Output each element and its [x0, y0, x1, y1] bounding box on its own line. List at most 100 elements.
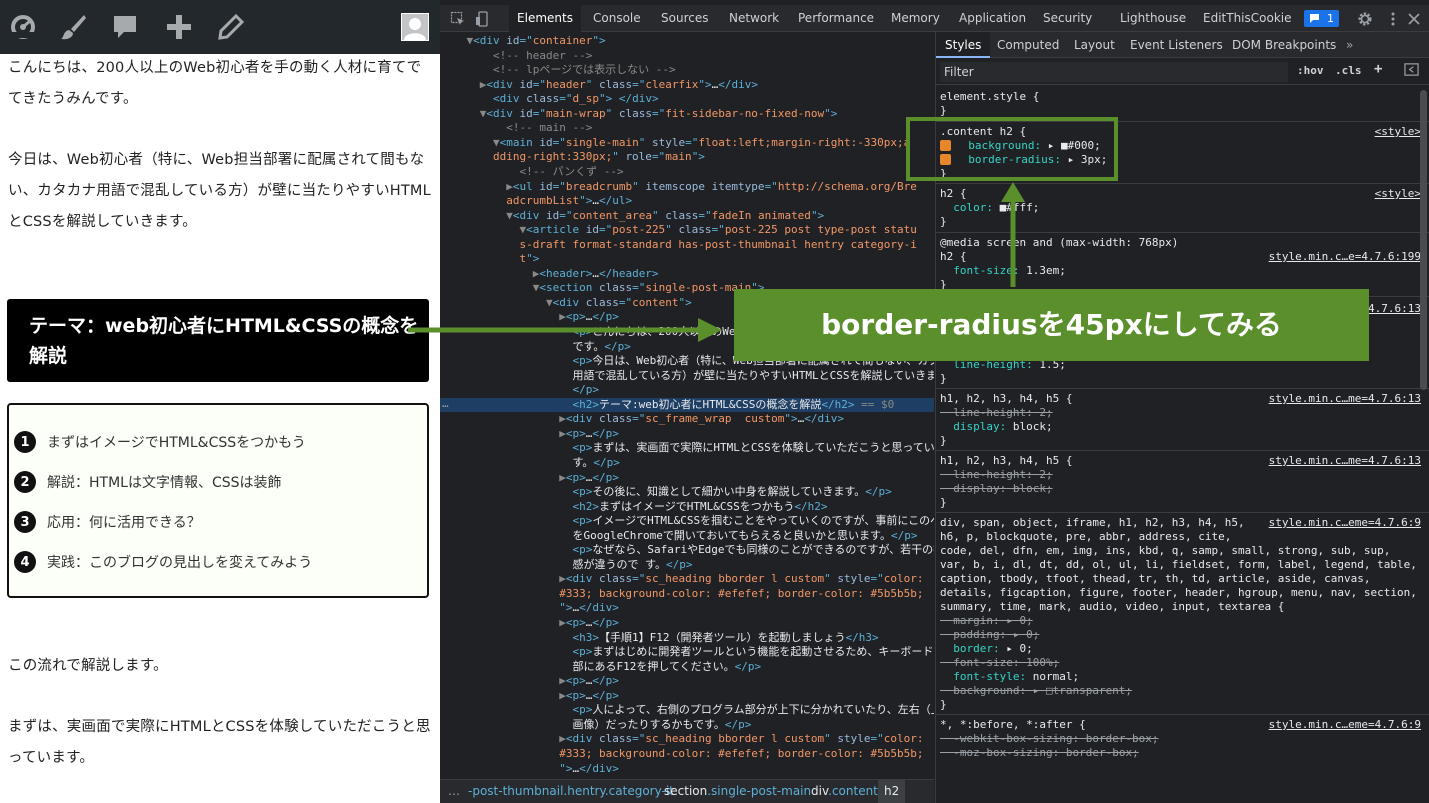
css-selector[interactable]: }: [940, 372, 1425, 386]
more-tabs-chevron-icon[interactable]: »: [1346, 32, 1353, 58]
dom-node-selected[interactable]: <h2>テーマ:web初心者にHTML&CSSの概念を解説</h2> == $0: [440, 397, 934, 412]
close-icon[interactable]: [1406, 11, 1422, 27]
dom-node-line[interactable]: <!-- lpページでは表示しない -->: [440, 63, 934, 77]
css-declaration[interactable]: font-size: 100%;: [940, 656, 1425, 670]
breadcrumb-ellipsis[interactable]: …: [448, 780, 460, 803]
dom-node-line[interactable]: t">: [440, 252, 934, 266]
more-options-icon[interactable]: [1385, 11, 1401, 27]
stylesheet-source-link[interactable]: style.min.c…me=4.7.6:13: [1269, 454, 1421, 468]
dom-node-line[interactable]: 部にあるF12を押してください。</p>: [440, 660, 934, 674]
stylesheet-source-link[interactable]: style.min.c…me=4.7.6:13: [1269, 392, 1421, 406]
inspect-element-icon[interactable]: [450, 11, 466, 27]
dom-node-line[interactable]: 画像）だったりするかもです。</p>: [440, 718, 934, 732]
toc-item[interactable]: 2 解説：HTMLは文字情報、CSSは装飾: [14, 471, 282, 493]
css-declaration[interactable]: background: ▸ □transparent;: [940, 684, 1425, 698]
dom-node-line[interactable]: 用語で混乱している方）が壁に当たりやすいHTMLとCSSを解説していきます。: [440, 369, 934, 383]
tab-computed[interactable]: Computed: [997, 32, 1059, 58]
css-selector[interactable]: }: [940, 434, 1425, 448]
css-declaration[interactable]: line-height: 2;: [940, 406, 1425, 420]
dom-node-line[interactable]: adcrumbList">…</ul>: [440, 194, 934, 208]
tab-security[interactable]: Security: [1043, 5, 1092, 32]
breadcrumb-item[interactable]: section.single-post-main: [664, 780, 811, 803]
dom-node-line[interactable]: ▼<div id="container">: [440, 34, 934, 48]
dom-node-line[interactable]: <p>なぜなら、SafariやEdgeでも同様のことができるのですが、若干の操作: [440, 543, 934, 557]
dom-node-line[interactable]: 感が違うので す。</p>: [440, 558, 934, 572]
css-selector[interactable]: element.style {: [940, 90, 1425, 104]
tab-event-listeners[interactable]: Event Listeners: [1130, 32, 1223, 58]
toc-item[interactable]: 1 まずはイメージでHTML&CSSをつかもう: [14, 431, 306, 453]
css-selector[interactable]: }: [940, 496, 1425, 510]
css-declaration[interactable]: line-height: 2;: [940, 468, 1425, 482]
css-declaration[interactable]: display: block;: [940, 420, 1425, 434]
new-rule-plus-icon[interactable]: +: [1374, 61, 1382, 77]
css-selector[interactable]: h6, p, blockquote, pre, abbr, address, c…: [940, 530, 1425, 544]
dom-node-line[interactable]: <p>その後に、知識として細かい中身を解説していきます。</p>: [440, 485, 934, 499]
customize-brush-icon[interactable]: [58, 12, 88, 42]
styles-filter-input[interactable]: [940, 62, 1288, 82]
toggle-sidebar-icon[interactable]: [1404, 62, 1419, 80]
styles-scrollbar[interactable]: [1420, 90, 1427, 390]
dom-node-line[interactable]: dding-right:330px;" role="main">: [440, 150, 934, 164]
tab-performance[interactable]: Performance: [798, 5, 874, 32]
css-selector[interactable]: var, b, i, dl, dt, dd, ol, ul, li, field…: [940, 558, 1425, 572]
elements-tree[interactable]: ▼<div id="container"> <!-- header --> <!…: [440, 32, 934, 779]
dom-node-line[interactable]: <p>人によって、右側のプログラム部分が上下に分かれていたり、左右（上記: [440, 703, 934, 717]
dom-node-line[interactable]: ▶<div id="header" class="clearfix">…</di…: [440, 78, 934, 92]
dom-node-line[interactable]: ▶<ul id="breadcrumb" itemscope itemtype=…: [440, 180, 934, 194]
issues-badge[interactable]: 1: [1304, 10, 1339, 27]
dom-node-line[interactable]: #333; background-color: #efefef; border-…: [440, 747, 934, 761]
tab-lighthouse[interactable]: Lighthouse: [1120, 5, 1186, 32]
css-declaration[interactable]: border: ▸ 0;: [940, 642, 1425, 656]
breadcrumb-item[interactable]: -post-thumbnail.hentry.category-it: [468, 780, 674, 803]
dom-node-line[interactable]: <p>イメージでHTML&CSSを掴むことをやっていくのですが、事前にこのページ: [440, 514, 934, 528]
dom-node-line[interactable]: ▶<p>…</p>: [440, 427, 934, 441]
dom-node-line[interactable]: <p>まずはじめに開発者ツールという機能を起動させるため、キーボードの上: [440, 645, 934, 659]
dom-node-line[interactable]: ▶<div class="sc_frame_wrap custom">…</di…: [440, 412, 934, 426]
dom-node-line[interactable]: ▼<main id="single-main" style="float:lef…: [440, 136, 934, 150]
stylesheet-source-link[interactable]: <style>: [1375, 187, 1421, 201]
node-actions-ellipsis[interactable]: …: [442, 397, 456, 412]
dom-node-line[interactable]: #333; background-color: #efefef; border-…: [440, 587, 934, 601]
css-selector[interactable]: code, del, dfn, em, img, ins, kbd, q, sa…: [940, 544, 1425, 558]
stylesheet-source-link[interactable]: style.min.c…eme=4.7.6:9: [1269, 516, 1421, 530]
comment-icon[interactable]: [110, 12, 140, 42]
dom-node-line[interactable]: <div class="d_sp"> </div>: [440, 92, 934, 106]
css-declaration[interactable]: font-size: 1.3em;: [940, 264, 1425, 278]
css-declaration[interactable]: font-style: normal;: [940, 670, 1425, 684]
tab-application[interactable]: Application: [959, 5, 1026, 32]
edit-pencil-icon[interactable]: [216, 12, 246, 42]
dom-node-line[interactable]: <h3>【手順1】F12（開発者ツール）を起動しましょう</h3>: [440, 631, 934, 645]
dom-node-line[interactable]: ▶<div class="sc_heading bborder l custom…: [440, 732, 934, 746]
dom-node-line[interactable]: <!-- header -->: [440, 49, 934, 63]
dom-node-line[interactable]: ">…</div>: [440, 762, 934, 776]
settings-gear-icon[interactable]: [1357, 11, 1373, 27]
tab-sources[interactable]: Sources: [661, 5, 708, 32]
css-declaration[interactable]: margin: ▸ 0;: [940, 614, 1425, 628]
css-selector[interactable]: }: [940, 104, 1425, 118]
avatar[interactable]: [401, 13, 429, 41]
dom-node-line[interactable]: ▶<header>…</header>: [440, 267, 934, 281]
css-selector[interactable]: details, figcaption, figure, footer, hea…: [940, 586, 1425, 600]
toc-item[interactable]: 4 実践：このブログの見出しを変えてみよう: [14, 551, 312, 573]
dashboard-icon[interactable]: [8, 12, 38, 42]
css-declaration[interactable]: display: block;: [940, 482, 1425, 496]
tab-network[interactable]: Network: [729, 5, 779, 32]
breadcrumb-item-active[interactable]: h2: [878, 780, 906, 803]
tab-memory[interactable]: Memory: [891, 5, 940, 32]
css-selector[interactable]: }: [940, 698, 1425, 712]
css-selector[interactable]: @media screen and (max-width: 768px): [940, 236, 1425, 250]
dom-node-line[interactable]: s-draft format-standard has-post-thumbna…: [440, 238, 934, 252]
tab-elements[interactable]: Elements: [509, 5, 581, 32]
dom-node-line[interactable]: ▼<div id="content_area" class="fadeIn an…: [440, 209, 934, 223]
dom-node-line[interactable]: ▶<div class="sc_heading bborder l custom…: [440, 572, 934, 586]
css-selector[interactable]: caption, tbody, tfoot, thead, tr, th, td…: [940, 572, 1425, 586]
dom-node-line[interactable]: ▶<p>…</p>: [440, 674, 934, 688]
css-declaration[interactable]: -webkit-box-sizing: border-box;: [940, 732, 1425, 746]
breadcrumb-item[interactable]: div.content: [811, 780, 878, 803]
stylesheet-source-link[interactable]: style.min.c…e=4.7.6:199: [1269, 250, 1421, 264]
cls-toggle[interactable]: .cls: [1335, 64, 1362, 77]
tab-layout[interactable]: Layout: [1074, 32, 1115, 58]
css-declaration[interactable]: -moz-box-sizing: border-box;: [940, 746, 1425, 760]
dom-node-line[interactable]: ▶<p>…</p>: [440, 689, 934, 703]
dom-node-line[interactable]: ▼<div id="main-wrap" class="fit-sidebar-…: [440, 107, 934, 121]
